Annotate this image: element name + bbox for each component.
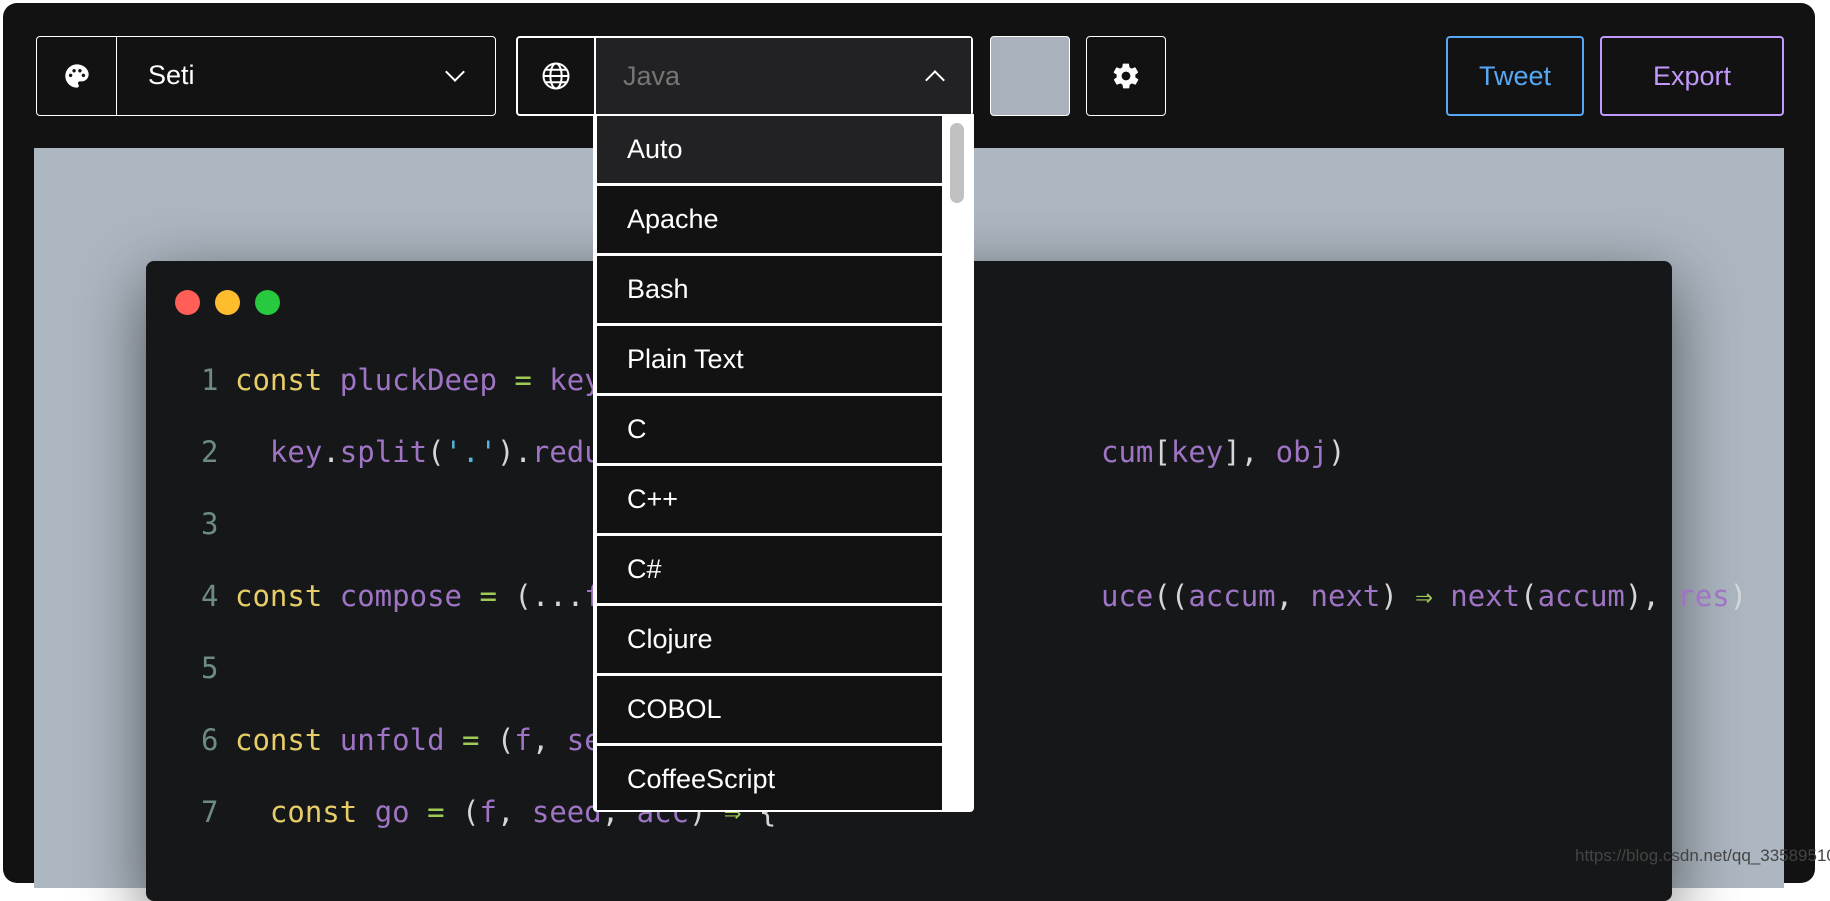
language-option[interactable]: COBOL bbox=[597, 676, 942, 743]
code-token: pluckDeep bbox=[339, 363, 497, 397]
line-number: 2 bbox=[201, 435, 219, 469]
code-line: 4const compose = (...f bbox=[201, 576, 602, 616]
code-token: [ bbox=[1153, 435, 1171, 469]
code-line: 3 bbox=[201, 504, 235, 544]
code-token: const bbox=[235, 363, 340, 397]
code-token: ], bbox=[1223, 435, 1276, 469]
code-token: ) bbox=[1729, 579, 1748, 613]
code-token: next bbox=[1450, 579, 1521, 613]
palette-icon bbox=[37, 37, 117, 115]
code-line: 6 const unfold = (f, se bbox=[201, 720, 602, 760]
line-number: 4 bbox=[201, 579, 219, 613]
gear-icon bbox=[1113, 63, 1139, 89]
code-token: . bbox=[322, 435, 340, 469]
line-number: 1 bbox=[201, 363, 219, 397]
line-number: 3 bbox=[201, 507, 219, 541]
language-option[interactable]: Apache bbox=[597, 186, 942, 253]
theme-label: Seti bbox=[148, 60, 195, 90]
language-option[interactable]: Bash bbox=[597, 256, 942, 323]
code-token: const bbox=[269, 795, 375, 829]
settings-button[interactable] bbox=[1086, 36, 1166, 116]
language-option[interactable]: C++ bbox=[597, 466, 942, 533]
code-line: 1 const pluckDeep = key bbox=[201, 360, 602, 400]
code-token: ( bbox=[462, 795, 480, 829]
code-token: (( bbox=[1153, 579, 1189, 613]
line-number: 6 bbox=[201, 723, 219, 757]
code-token: , bbox=[1275, 579, 1311, 613]
code-token: ) bbox=[1380, 579, 1416, 613]
code-token: const bbox=[235, 579, 340, 613]
code-token: accum bbox=[1537, 579, 1625, 613]
language-option[interactable]: CoffeeScript bbox=[597, 746, 942, 810]
tweet-button[interactable]: Tweet bbox=[1446, 36, 1584, 116]
code-token: key bbox=[269, 435, 323, 469]
code-line-tail: uce((accum, next) ⇒ next(accum), res) bbox=[1101, 576, 1747, 616]
export-button[interactable]: Export bbox=[1600, 36, 1784, 116]
code-token: seed bbox=[531, 795, 602, 829]
code-token: obj bbox=[1275, 435, 1329, 469]
chevron-down-icon bbox=[445, 62, 465, 82]
code-token: redu bbox=[531, 435, 602, 469]
language-label: Java bbox=[623, 61, 681, 91]
globe-icon bbox=[518, 38, 596, 114]
code-token: f bbox=[514, 723, 532, 757]
code-token: uce bbox=[1101, 579, 1154, 613]
code-token: = bbox=[409, 795, 462, 829]
code-token: ( bbox=[427, 435, 445, 469]
language-dropdown-list[interactable]: Auto Apache Bash Plain Text C C++ C# Clojure COB… bbox=[593, 114, 974, 812]
chevron-up-icon bbox=[925, 70, 945, 90]
language-option[interactable]: C bbox=[597, 396, 942, 463]
code-token: go bbox=[374, 795, 410, 829]
maximize-dot bbox=[255, 290, 280, 315]
watermark: https://blog.csdn.net/qq_33589510 bbox=[1575, 846, 1830, 865]
code-line: 5 bbox=[201, 648, 235, 688]
code-token: , bbox=[496, 795, 532, 829]
minimize-dot bbox=[215, 290, 240, 315]
code-token: ⇒ bbox=[1415, 579, 1433, 613]
language-option[interactable]: Clojure bbox=[597, 606, 942, 673]
code-token: = bbox=[461, 579, 515, 613]
code-token: accum bbox=[1188, 579, 1276, 613]
theme-selector[interactable]: Seti bbox=[36, 36, 496, 116]
code-token: = bbox=[444, 723, 497, 757]
language-option[interactable]: Auto bbox=[597, 116, 942, 183]
code-token: unfold bbox=[339, 723, 445, 757]
code-token: , bbox=[531, 723, 567, 757]
line-number: 7 bbox=[201, 795, 219, 829]
code-token: compose bbox=[339, 579, 462, 613]
code-token: key bbox=[1170, 435, 1224, 469]
background-color-swatch[interactable] bbox=[990, 36, 1070, 116]
code-token: f bbox=[479, 795, 497, 829]
code-token: ) bbox=[1328, 435, 1346, 469]
language-field[interactable]: Java bbox=[596, 38, 971, 114]
code-line: 2 key.split('.').redu bbox=[201, 432, 602, 472]
language-selector[interactable]: Java bbox=[516, 36, 973, 116]
language-option[interactable]: C# bbox=[597, 536, 942, 603]
code-token: '.' bbox=[444, 435, 497, 469]
code-token: = bbox=[496, 363, 550, 397]
dropdown-scrollbar[interactable] bbox=[950, 123, 964, 203]
code-token: cum bbox=[1101, 435, 1154, 469]
code-token: ), bbox=[1624, 579, 1678, 613]
code-token: ). bbox=[496, 435, 532, 469]
code-token: next bbox=[1310, 579, 1381, 613]
language-option[interactable]: Plain Text bbox=[597, 326, 942, 393]
code-token: ( bbox=[496, 723, 515, 757]
code-token: split bbox=[339, 435, 428, 469]
code-token: ( bbox=[1520, 579, 1538, 613]
code-token: const bbox=[235, 723, 340, 757]
line-number: 5 bbox=[201, 651, 219, 685]
close-dot bbox=[175, 290, 200, 315]
code-line-tail: cum[key], obj) bbox=[1101, 432, 1346, 472]
code-token: res bbox=[1677, 579, 1730, 613]
code-token: (... bbox=[514, 579, 585, 613]
